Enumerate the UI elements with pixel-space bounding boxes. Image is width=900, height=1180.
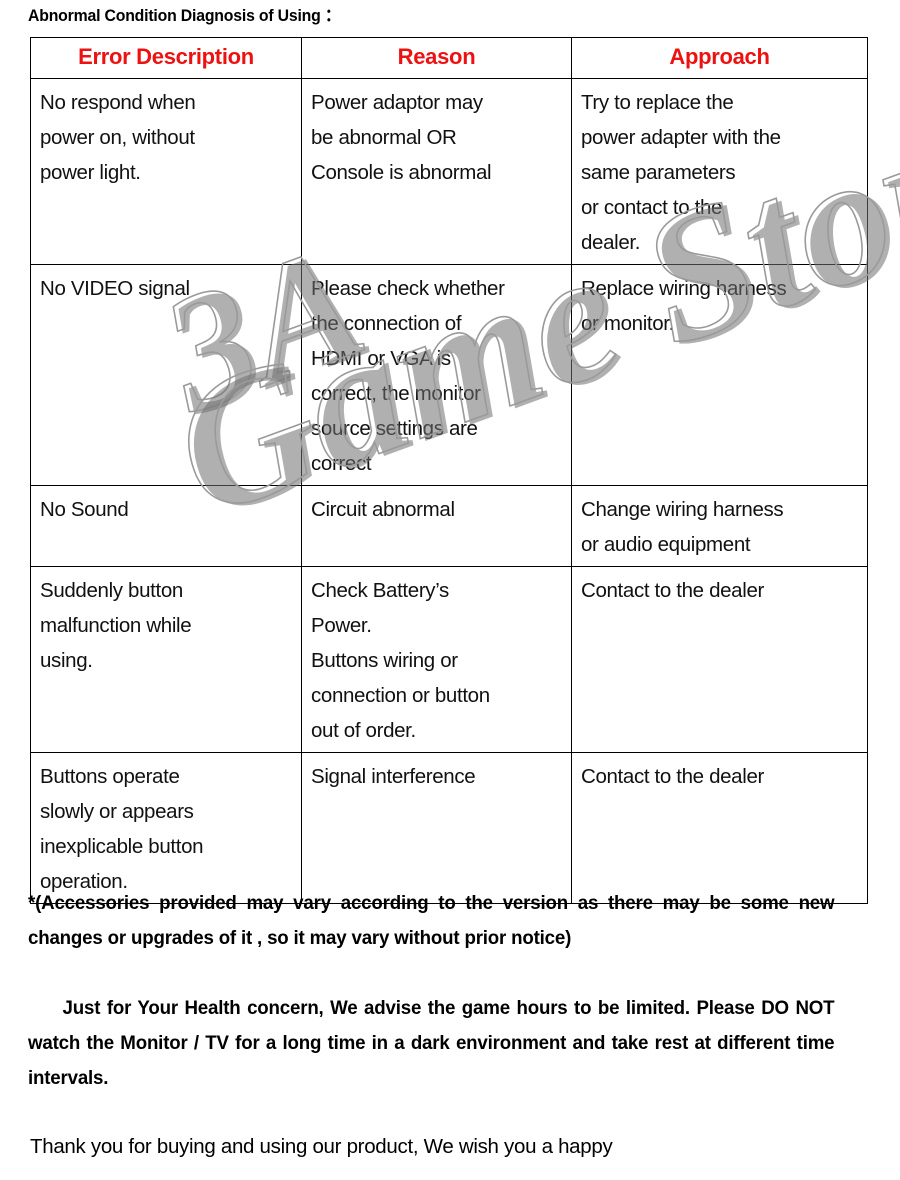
cell-approach: Change wiring harness or audio equipment: [571, 485, 868, 567]
cell-reason: Signal interference: [301, 752, 572, 904]
cell-line: power on, without: [40, 126, 195, 149]
document-page: Abnormal Condition Diagnosis of Using ： …: [0, 0, 900, 1180]
table-row: No respond when power on, without power …: [30, 78, 868, 265]
cell-line: No Sound: [40, 498, 129, 521]
cell-line: same parameters: [581, 161, 736, 184]
page-title: Abnormal Condition Diagnosis of Using ：: [28, 6, 341, 25]
cell-line: malfunction while: [40, 614, 192, 637]
cell-line: connection or button: [311, 684, 490, 707]
cell-line: Power adaptor may: [311, 91, 483, 114]
cell-approach: Contact to the dealer: [571, 752, 868, 904]
cell-line: Signal interference: [311, 765, 476, 788]
cell-error-description: No VIDEO signal: [30, 264, 302, 486]
cell-error-description: No respond when power on, without power …: [30, 78, 302, 265]
cell-line: Try to replace the: [581, 91, 734, 114]
cell-error-description: Buttons operate slowly or appears inexpl…: [30, 752, 302, 904]
cell-reason: Please check whether the connection of H…: [301, 264, 572, 486]
cell-line: operation.: [40, 870, 128, 893]
cell-line: Console is abnormal: [311, 161, 492, 184]
cell-line: be abnormal OR: [311, 126, 457, 149]
cell-line: power light.: [40, 161, 141, 184]
cell-line: Check Battery’s: [311, 579, 449, 602]
cell-line: HDMI or VGA is: [311, 347, 451, 370]
cell-reason: Power adaptor may be abnormal OR Console…: [301, 78, 572, 265]
cell-line: power adapter with the: [581, 126, 781, 149]
cell-line: out of order.: [311, 719, 416, 742]
cell-line: Buttons operate: [40, 765, 180, 788]
cell-approach: Replace wiring harness or monitor.: [571, 264, 868, 486]
table-row: Suddenly button malfunction while using.…: [30, 566, 868, 753]
column-header-error-description: Error Description: [30, 37, 302, 79]
cell-line: correct: [311, 452, 372, 475]
cell-line: or monitor.: [581, 312, 674, 335]
cell-line: Buttons wiring or: [311, 649, 458, 672]
column-header-approach: Approach: [571, 37, 868, 79]
cell-line: slowly or appears: [40, 800, 194, 823]
table-row: Buttons operate slowly or appears inexpl…: [30, 752, 868, 904]
cell-approach: Contact to the dealer: [571, 566, 868, 753]
note-health: Just for Your Health concern, We advise …: [28, 997, 835, 1089]
cell-line: Suddenly button: [40, 579, 183, 602]
diagnosis-table: Error Description Reason Approach No res…: [30, 37, 868, 904]
table-row: No VIDEO signal Please check whether the…: [30, 264, 868, 486]
cell-line: the connection of: [311, 312, 462, 335]
cell-line: or contact to the: [581, 196, 723, 219]
cell-line: Change wiring harness: [581, 498, 784, 521]
cell-line: No respond when: [40, 91, 196, 114]
table-row: No Sound Circuit abnormal Change wiring …: [30, 485, 868, 567]
cell-error-description: No Sound: [30, 485, 302, 567]
cell-reason: Circuit abnormal: [301, 485, 572, 567]
cell-line: Contact to the dealer: [581, 579, 764, 602]
cell-reason: Check Battery’s Power. Buttons wiring or…: [301, 566, 572, 753]
cell-line: No VIDEO signal: [40, 277, 190, 300]
column-header-reason: Reason: [301, 37, 572, 79]
cell-line: or audio equipment: [581, 533, 751, 556]
note-thanks: Thank you for buying and using our produ…: [30, 1135, 613, 1158]
cell-line: correct, the monitor: [311, 382, 481, 405]
cell-line: Contact to the dealer: [581, 765, 764, 788]
cell-line: using.: [40, 649, 93, 672]
cell-line: dealer.: [581, 231, 641, 254]
cell-approach: Try to replace the power adapter with th…: [571, 78, 868, 265]
cell-line: Replace wiring harness: [581, 277, 787, 300]
cell-line: source settings are: [311, 417, 478, 440]
cell-line: Circuit abnormal: [311, 498, 455, 521]
cell-error-description: Suddenly button malfunction while using.: [30, 566, 302, 753]
cell-line: inexplicable button: [40, 835, 204, 858]
table-header-row: Error Description Reason Approach: [30, 37, 868, 79]
cell-line: Please check whether: [311, 277, 505, 300]
cell-line: Power.: [311, 614, 372, 637]
